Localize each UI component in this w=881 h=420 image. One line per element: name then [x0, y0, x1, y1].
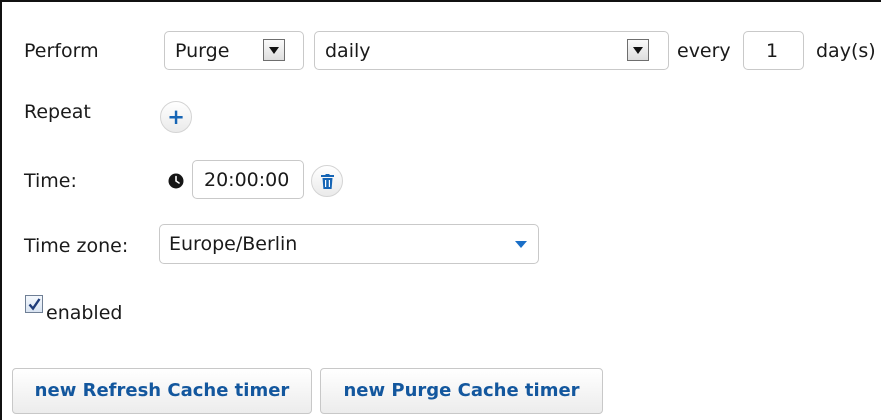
- frequency-select-value: daily: [325, 40, 371, 62]
- timer-settings-panel: Perform Purge daily every 1 day(s) Repea…: [0, 0, 881, 420]
- delete-time-button[interactable]: [311, 165, 343, 197]
- new-purge-cache-timer-button[interactable]: new Purge Cache timer: [320, 368, 603, 414]
- action-select[interactable]: Purge: [164, 31, 304, 70]
- action-select-value: Purge: [175, 40, 230, 62]
- checkmark-icon: [28, 298, 41, 311]
- timezone-select[interactable]: Europe/Berlin: [159, 224, 539, 264]
- frequency-select[interactable]: daily: [314, 31, 669, 70]
- timezone-select-value: Europe/Berlin: [169, 233, 298, 255]
- time-input[interactable]: 20:00:00: [192, 160, 304, 199]
- every-label: every: [677, 40, 731, 62]
- enabled-label: enabled: [46, 302, 123, 324]
- time-label: Time:: [24, 170, 77, 192]
- plus-icon: +: [167, 105, 185, 129]
- new-refresh-cache-timer-button[interactable]: new Refresh Cache timer: [12, 368, 312, 414]
- clock-icon: [168, 173, 184, 189]
- interval-input-value: 1: [766, 40, 779, 62]
- action-dropdown-button[interactable]: [263, 39, 285, 61]
- timezone-label: Time zone:: [24, 235, 129, 257]
- caret-down-icon[interactable]: [515, 241, 527, 249]
- trash-icon: [321, 174, 334, 189]
- add-repeat-button[interactable]: +: [160, 101, 192, 133]
- perform-label: Perform: [24, 40, 99, 62]
- interval-input[interactable]: 1: [743, 31, 804, 70]
- frequency-dropdown-button[interactable]: [627, 39, 649, 61]
- enabled-checkbox[interactable]: [25, 295, 43, 313]
- interval-unit-label: day(s): [816, 40, 876, 62]
- repeat-label: Repeat: [24, 101, 91, 123]
- time-input-value: 20:00:00: [204, 169, 290, 191]
